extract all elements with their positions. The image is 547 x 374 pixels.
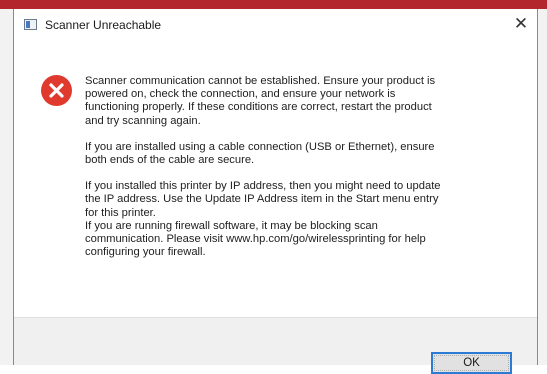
error-message: Scanner communication cannot be establis… bbox=[85, 75, 525, 259]
message-paragraph-4: If you are running firewall software, it… bbox=[85, 219, 426, 259]
message-paragraph-1: Scanner communication cannot be establis… bbox=[85, 75, 436, 127]
background-window-right bbox=[538, 9, 547, 365]
background-window-strip bbox=[0, 0, 547, 9]
scanner-unreachable-dialog: Scanner Unreachable ✕ Scanner communicat… bbox=[13, 9, 538, 374]
message-paragraph-3: If you installed this printer by IP addr… bbox=[85, 180, 441, 219]
window-title: Scanner Unreachable bbox=[45, 18, 162, 32]
title-bar[interactable]: Scanner Unreachable ✕ bbox=[14, 9, 537, 41]
background-window-left bbox=[0, 9, 13, 365]
close-button[interactable]: ✕ bbox=[508, 12, 534, 36]
dialog-content: Scanner communication cannot be establis… bbox=[14, 41, 537, 317]
app-window-icon bbox=[24, 19, 37, 30]
error-icon bbox=[41, 75, 72, 106]
button-bar: OK bbox=[14, 317, 537, 374]
ok-button[interactable]: OK bbox=[431, 352, 512, 374]
message-paragraph-2: If you are installed using a cable conne… bbox=[85, 140, 435, 167]
